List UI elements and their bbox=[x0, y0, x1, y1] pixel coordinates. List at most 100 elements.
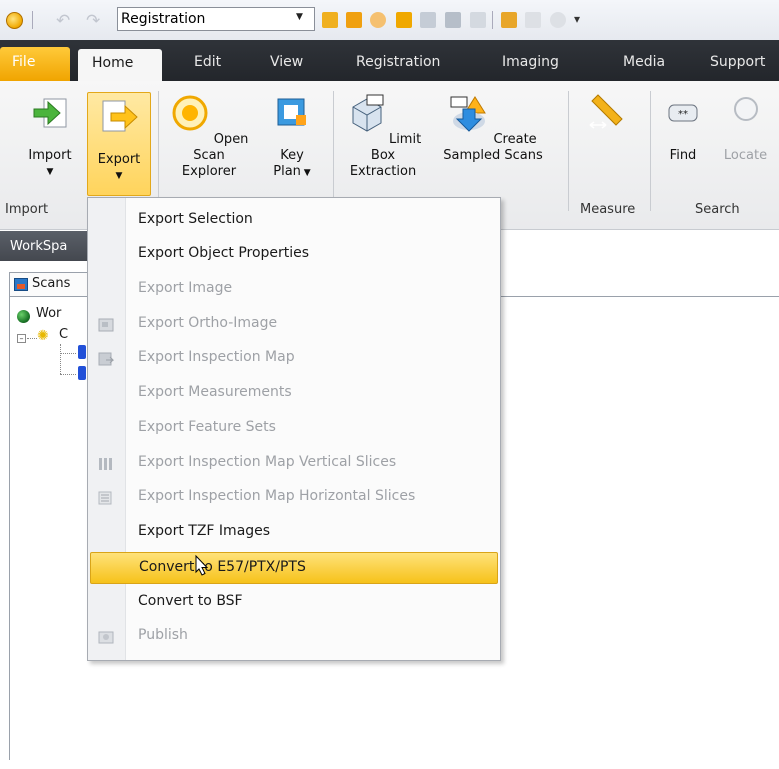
create-sampled-scans-button[interactable]: Create Sampled Scans bbox=[428, 89, 558, 164]
group-label-search: Search bbox=[695, 202, 740, 217]
tab-edit[interactable]: Edit bbox=[194, 54, 221, 70]
import-label: Import bbox=[28, 148, 72, 163]
toolbar-separator bbox=[492, 11, 493, 29]
menu-item-label: Convert to BSF bbox=[138, 593, 243, 609]
app-menu-icon[interactable] bbox=[6, 12, 23, 29]
locate-label: Locate bbox=[723, 148, 768, 163]
group-label-import: Import bbox=[5, 202, 49, 217]
open-scan-label-2: Explorer bbox=[181, 164, 237, 179]
magnifier-icon bbox=[733, 97, 758, 121]
tab-view[interactable]: View bbox=[270, 54, 303, 70]
import-icon bbox=[33, 98, 67, 128]
menu-item-label: Export Inspection Map Horizontal Slices bbox=[138, 488, 416, 504]
tab-scans[interactable]: Scans bbox=[9, 272, 89, 296]
globe-icon bbox=[17, 310, 30, 323]
menu-item-export-horizontal-slices[interactable]: Export Inspection Map Horizontal Slices bbox=[90, 482, 498, 514]
workflow-combo[interactable]: Registration bbox=[117, 7, 315, 31]
import-button[interactable]: Import ▼ bbox=[18, 89, 82, 193]
menu-item-label: Export Inspection Map bbox=[138, 349, 295, 365]
export-button[interactable]: Export ▼ bbox=[87, 92, 151, 196]
tree-root-label[interactable]: Wor bbox=[36, 306, 61, 321]
open-scan-explorer-button[interactable]: Open Scan Explorer bbox=[166, 89, 252, 180]
menu-item-label: Export Selection bbox=[138, 211, 253, 227]
menu-item-export-selection[interactable]: Export Selection bbox=[90, 205, 498, 237]
menu-item-convert-e57-ptx-pts[interactable]: Convert to E57/PTX/PTS bbox=[90, 552, 498, 584]
toolbar-separator bbox=[32, 11, 33, 29]
ribbon-tabs: File Home Edit View Registration Imaging… bbox=[0, 40, 779, 81]
undo-icon[interactable]: ↶ bbox=[56, 11, 70, 31]
tree-connector bbox=[60, 353, 76, 354]
open-folder-icon[interactable] bbox=[322, 12, 338, 28]
target-icon[interactable] bbox=[370, 12, 386, 28]
create-sampled-scans-icon bbox=[450, 96, 487, 132]
limit-box-extraction-button[interactable]: Limit Box Extraction bbox=[342, 89, 424, 180]
limit-box-label-1: Limit Box bbox=[370, 132, 422, 163]
publish-icon bbox=[98, 631, 114, 644]
save-as-icon[interactable] bbox=[445, 12, 461, 28]
menu-item-export-image[interactable]: Export Image bbox=[90, 274, 498, 306]
tab-registration[interactable]: Registration bbox=[356, 54, 440, 70]
measure-icon[interactable] bbox=[501, 12, 517, 28]
scans-tab-label: Scans bbox=[32, 276, 71, 291]
scans-tab-icon bbox=[14, 278, 28, 291]
key-plan-label-2: Plan bbox=[273, 164, 301, 179]
menu-item-label: Export TZF Images bbox=[138, 523, 271, 539]
locate-button[interactable]: Locate bbox=[712, 89, 779, 164]
save-icon[interactable] bbox=[420, 12, 436, 28]
open-scan-label-1: Open Scan bbox=[193, 132, 249, 163]
scan-explorer-icon bbox=[172, 95, 208, 131]
document-icon[interactable] bbox=[470, 12, 486, 28]
menu-item-export-inspection-map[interactable]: Export Inspection Map bbox=[90, 343, 498, 375]
group-separator bbox=[568, 91, 569, 211]
inspection-map-icon bbox=[98, 352, 114, 366]
erase-icon[interactable] bbox=[525, 12, 541, 28]
key-plan-label-1: Key bbox=[280, 148, 304, 163]
camera-icon[interactable] bbox=[396, 12, 412, 28]
menu-item-convert-bsf[interactable]: Convert to BSF bbox=[90, 587, 498, 619]
menu-item-export-vertical-slices[interactable]: Export Inspection Map Vertical Slices bbox=[90, 448, 498, 480]
find-button[interactable]: ** Find bbox=[660, 89, 706, 164]
quick-access-toolbar: ↶ ↷ Registration ▼ ▾ bbox=[0, 0, 779, 40]
menu-item-label: Export Ortho-Image bbox=[138, 315, 278, 331]
horizontal-slices-icon bbox=[98, 491, 112, 505]
search-scan-icon[interactable] bbox=[346, 12, 362, 28]
key-plan-button[interactable]: Key Plan ▼ bbox=[262, 89, 322, 181]
key-plan-icon bbox=[277, 98, 306, 126]
tab-support[interactable]: Support bbox=[710, 54, 765, 70]
tree-connector bbox=[60, 344, 61, 374]
tab-file[interactable]: File bbox=[0, 47, 70, 81]
export-dropdown-menu: Export Selection Export Object Propertie… bbox=[87, 197, 501, 661]
tab-imaging[interactable]: Imaging bbox=[502, 54, 559, 70]
redo-icon[interactable]: ↷ bbox=[86, 11, 100, 31]
cancel-icon[interactable] bbox=[550, 12, 566, 28]
menu-item-label: Export Measurements bbox=[138, 384, 292, 400]
group-separator bbox=[158, 91, 159, 211]
limit-box-label-2: Extraction bbox=[349, 164, 417, 179]
mouse-cursor-icon bbox=[195, 554, 209, 576]
customize-toolbar-icon[interactable]: ▾ bbox=[574, 12, 580, 26]
collapse-toggle-icon[interactable]: – bbox=[17, 334, 26, 343]
tab-media[interactable]: Media bbox=[623, 54, 665, 70]
scan-node-icon[interactable] bbox=[78, 366, 86, 380]
menu-item-label: Export Image bbox=[138, 280, 233, 296]
menu-item-export-feature-sets[interactable]: Export Feature Sets bbox=[90, 413, 498, 445]
export-icon bbox=[102, 100, 138, 132]
ortho-image-icon bbox=[98, 318, 114, 332]
tree-connector bbox=[27, 338, 37, 339]
scan-node-icon[interactable] bbox=[78, 345, 86, 359]
export-label: Export bbox=[97, 152, 141, 167]
menu-item-export-object-properties[interactable]: Export Object Properties bbox=[90, 239, 498, 271]
menu-item-export-measurements[interactable]: Export Measurements bbox=[90, 378, 498, 410]
menu-item-export-ortho-image[interactable]: Export Ortho-Image bbox=[90, 309, 498, 341]
tree-child-label[interactable]: C bbox=[59, 327, 68, 342]
limit-box-icon bbox=[352, 94, 384, 132]
find-icon: ** bbox=[668, 104, 698, 122]
ruler-icon bbox=[589, 94, 623, 129]
create-label-2: Sampled Scans bbox=[443, 148, 543, 163]
tab-home[interactable]: Home bbox=[78, 49, 162, 81]
measure-button[interactable] bbox=[578, 89, 638, 148]
menu-item-export-tzf-images[interactable]: Export TZF Images bbox=[90, 517, 498, 549]
menu-item-label: Publish bbox=[138, 627, 188, 643]
menu-item-publish[interactable]: Publish bbox=[90, 621, 498, 653]
vertical-slices-icon bbox=[99, 458, 112, 470]
